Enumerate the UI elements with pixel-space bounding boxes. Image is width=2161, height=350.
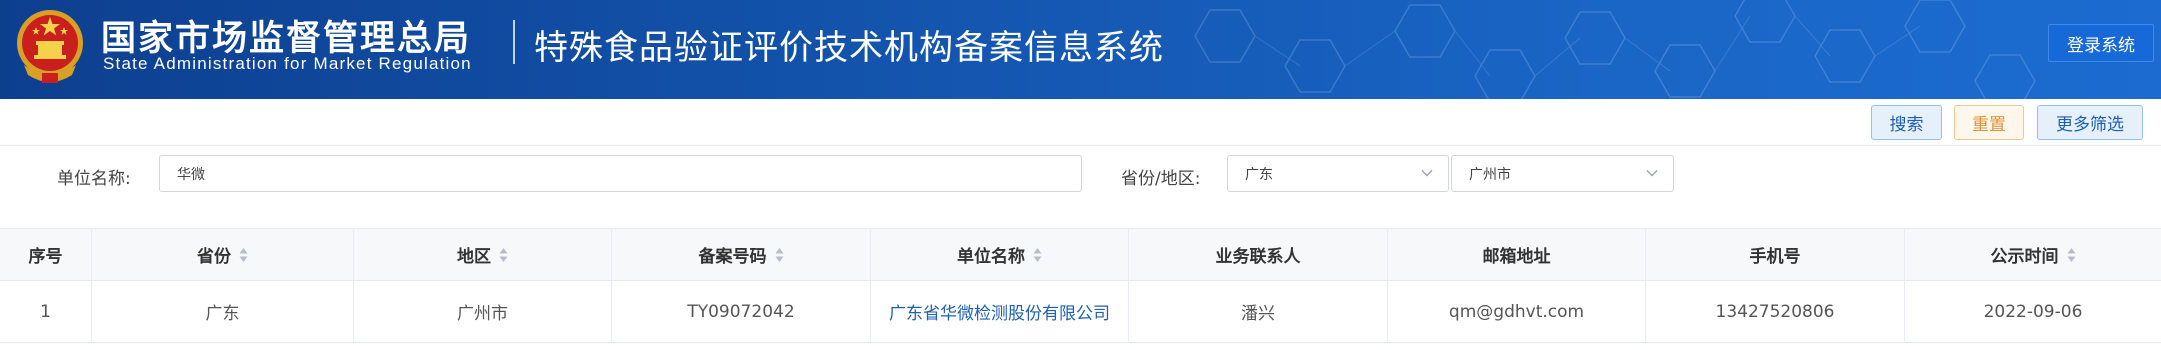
table-header-row: 序号 省份 地区 备案号码 单位名称 业务联系人 邮箱地址 手机号 公示时间 — [0, 229, 2161, 281]
province-select-value: 广东 — [1245, 166, 1273, 183]
unit-name-input-value: 华微 — [177, 166, 205, 183]
chevron-down-icon — [1421, 170, 1433, 177]
region-label: 省份/地区: — [1121, 169, 1201, 189]
reset-button[interactable]: 重置 — [1954, 105, 2024, 140]
column-header-publish-date[interactable]: 公示时间 — [1905, 229, 2161, 280]
national-emblem-icon — [17, 10, 83, 83]
column-header-province[interactable]: 省份 — [92, 229, 354, 280]
cell-email: qm@gdhvt.com — [1388, 281, 1646, 342]
unit-name-input[interactable]: 华微 — [159, 155, 1082, 192]
sort-icon[interactable] — [775, 247, 784, 263]
title-separator — [513, 20, 515, 64]
cell-publish-date: 2022-09-06 — [1983, 301, 2083, 322]
column-header-unit-name[interactable]: 单位名称 — [871, 229, 1129, 280]
city-select-value: 广州市 — [1469, 166, 1511, 183]
unit-name-label: 单位名称: — [57, 169, 131, 189]
column-header-contact: 业务联系人 — [1129, 229, 1388, 280]
hexagon-pattern-background — [1194, 0, 2036, 99]
column-header-index: 序号 — [0, 229, 92, 280]
cell-region: 广州市 — [354, 281, 612, 342]
sort-icon[interactable] — [239, 247, 248, 263]
site-header: 国家市场监督管理总局 State Administration for Mark… — [0, 0, 2161, 99]
column-header-region[interactable]: 地区 — [354, 229, 612, 280]
column-header-email: 邮箱地址 — [1388, 229, 1646, 280]
column-header-record-number[interactable]: 备案号码 — [612, 229, 871, 280]
province-select[interactable]: 广东 — [1227, 155, 1449, 192]
cell-contact: 潘兴 — [1129, 281, 1388, 342]
sort-icon[interactable] — [1033, 247, 1042, 263]
cell-phone: 13427520806 — [1646, 281, 1905, 342]
cell-province: 广东 — [92, 281, 354, 342]
system-title: 特殊食品验证评价技术机构备案信息系统 — [534, 28, 1164, 68]
cell-record-number: TY09072042 — [612, 281, 871, 342]
table-row: 1 广东 广州市 TY09072042 广东省华微检测股份有限公司 潘兴 qm@… — [0, 281, 2161, 343]
cell-unit-name-link[interactable]: 广东省华微检测股份有限公司 — [871, 281, 1129, 342]
divider — [0, 145, 2161, 146]
sort-icon[interactable] — [499, 247, 508, 263]
search-button[interactable]: 搜索 — [1871, 105, 1942, 140]
chevron-down-icon — [1646, 170, 1658, 177]
org-name-en: State Administration for Market Regulati… — [103, 54, 472, 73]
login-button[interactable]: 登录系统 — [2048, 24, 2154, 62]
city-select[interactable]: 广州市 — [1451, 155, 1674, 192]
more-filter-button[interactable]: 更多筛选 — [2037, 105, 2143, 140]
cell-index: 1 — [0, 281, 92, 342]
sort-icon[interactable] — [2067, 247, 2076, 263]
column-header-phone: 手机号 — [1646, 229, 1905, 280]
